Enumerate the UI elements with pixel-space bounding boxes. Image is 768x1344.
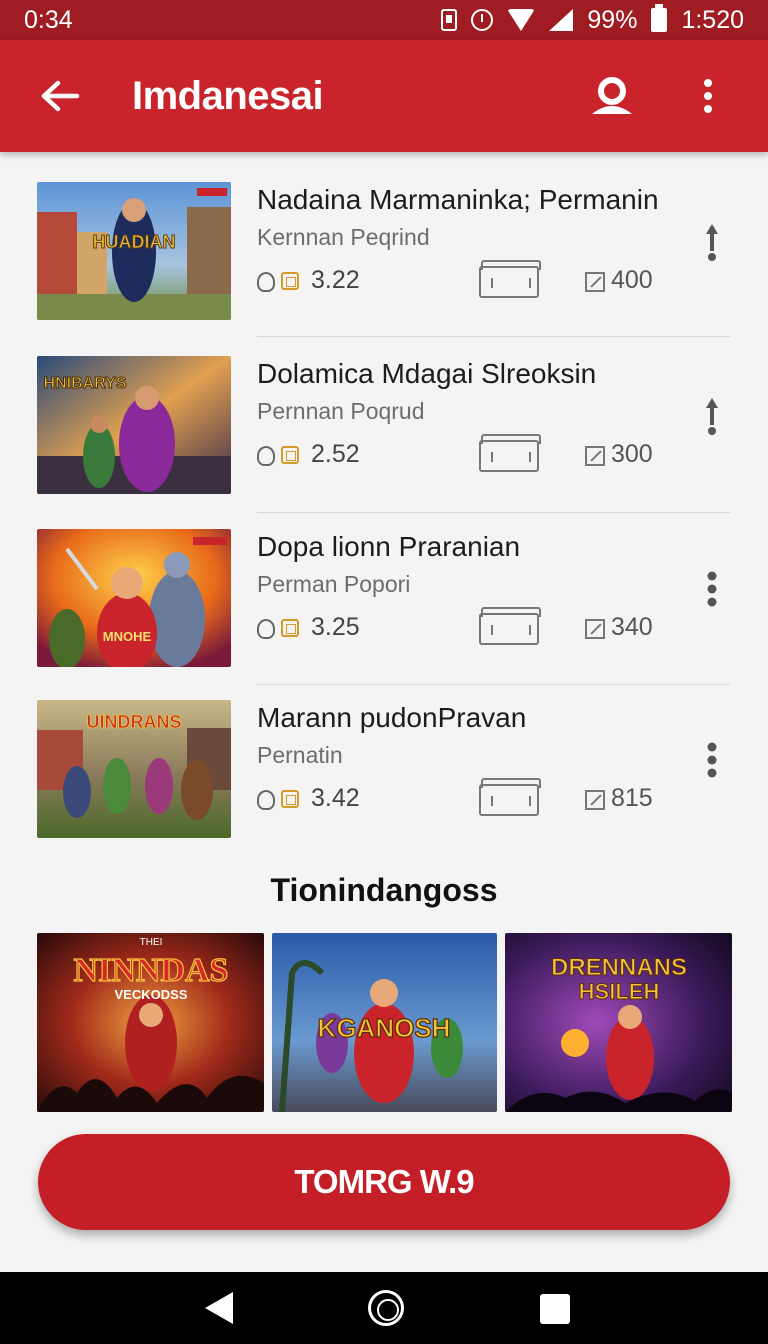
item-title: Marann pudonPravan	[257, 702, 527, 733]
item-subtitle: Kernnan Peqrind	[257, 224, 430, 250]
ticket-icon[interactable]	[479, 260, 541, 298]
edit-count-icon	[585, 272, 605, 292]
divider	[257, 512, 730, 513]
item-action-button[interactable]	[690, 730, 734, 790]
tile-top: THEI	[140, 937, 163, 948]
status-clock: 1:520	[681, 5, 744, 34]
wifi-icon	[507, 9, 536, 31]
battery-percent: 99%	[587, 5, 638, 34]
item-subtitle: Pernnan Poqrud	[257, 398, 425, 424]
thumb-caption: HUADIAN	[93, 232, 176, 252]
nav-back-icon[interactable]	[205, 1292, 233, 1324]
arrow-left-icon	[41, 80, 80, 112]
system-nav-bar	[0, 1272, 768, 1344]
item-title: Nadaina Marmaninka; Permanin	[257, 184, 659, 215]
coin-icon	[281, 790, 299, 808]
item-count: 400	[611, 266, 653, 294]
coin-icon	[281, 272, 299, 290]
item-action-button[interactable]	[690, 559, 734, 619]
arrow-up-icon	[706, 398, 718, 435]
edit-count-icon	[585, 446, 605, 466]
shield-icon	[257, 619, 275, 639]
tile-subcaption: VECKODSS	[115, 987, 188, 1002]
status-bar: 0:34 99% 1:520	[0, 0, 768, 40]
item-title: Dopa lionn Praranian	[257, 531, 521, 562]
divider	[257, 336, 730, 337]
item-rating: 2.52	[311, 440, 360, 468]
item-rating: 3.22	[311, 266, 360, 294]
account-icon	[592, 77, 632, 114]
edit-count-icon	[585, 619, 605, 639]
primary-action-button[interactable]: TOMRG W.9	[38, 1134, 730, 1230]
tile-caption: NINNDAS	[74, 952, 229, 989]
list-item[interactable]: HUADIAN Nadaina Marmaninka; Permanin Ker…	[0, 182, 768, 332]
nav-home-icon[interactable]	[368, 1290, 404, 1326]
back-button[interactable]	[24, 60, 96, 132]
trending-tile[interactable]: DRENNANS HSILEH	[505, 933, 732, 1112]
item-rating: 3.42	[311, 784, 360, 812]
more-vert-icon	[704, 79, 712, 113]
trending-tile[interactable]: KGANOSH	[272, 933, 497, 1112]
edit-count-icon	[585, 790, 605, 810]
coin-icon	[281, 446, 299, 464]
item-thumbnail: HUADIAN	[37, 182, 231, 320]
more-vert-icon	[707, 571, 717, 607]
item-rating: 3.25	[311, 613, 360, 641]
app-bar: Imdanesai	[0, 40, 768, 152]
status-time: 0:34	[24, 5, 73, 34]
signal-icon	[549, 9, 574, 31]
tile-caption: KGANOSH	[318, 1013, 451, 1043]
ticket-icon[interactable]	[479, 778, 541, 816]
status-icons: 99% 1:520	[441, 4, 744, 35]
more-vert-icon	[707, 742, 717, 778]
thumb-caption: HNIBARYS	[44, 375, 127, 392]
item-count: 340	[611, 613, 653, 641]
item-title: Dolamica Mdagai Slreoksin	[257, 358, 597, 389]
shield-icon	[257, 272, 275, 292]
sim-icon	[441, 9, 458, 31]
alarm-icon	[471, 9, 494, 31]
item-count: 300	[611, 440, 653, 468]
shield-icon	[257, 790, 275, 810]
item-action-button[interactable]	[690, 212, 734, 272]
item-subtitle: Pernatin	[257, 742, 343, 768]
tile-caption: DRENNANS	[551, 954, 687, 981]
list-item[interactable]: MNOHE Dopa lionn Praranian Perman Popori…	[0, 529, 768, 679]
item-meta: 2.52 300	[257, 434, 677, 474]
ticket-icon[interactable]	[479, 434, 541, 472]
thumb-caption: UINDRANS	[86, 712, 181, 732]
nav-recents-icon[interactable]	[540, 1294, 570, 1324]
item-meta: 3.42 815	[257, 778, 677, 818]
item-thumbnail: MNOHE	[37, 529, 231, 667]
item-action-button[interactable]	[690, 386, 734, 446]
shield-icon	[257, 446, 275, 466]
overflow-menu-button[interactable]	[672, 60, 744, 132]
arrow-up-icon	[706, 224, 718, 261]
coin-icon	[281, 619, 299, 637]
item-thumbnail: UINDRANS	[37, 700, 231, 838]
list-item[interactable]: HNIBARYS Dolamica Mdagai Slreoksin Pernn…	[0, 356, 768, 506]
account-button[interactable]	[576, 60, 648, 132]
trending-tile[interactable]: THEI NINNDAS VECKODSS	[37, 933, 264, 1112]
item-meta: 3.22 400	[257, 260, 677, 300]
page-title: Imdanesai	[132, 73, 324, 118]
list-item[interactable]: UINDRANS Marann pudonPravan Pernatin 3.4…	[0, 700, 768, 850]
item-meta: 3.25 340	[257, 607, 677, 647]
item-subtitle: Perman Popori	[257, 571, 411, 597]
section-title: Tionindangoss	[270, 872, 498, 908]
tile-subcaption: HSILEH	[579, 979, 660, 1004]
divider	[257, 684, 730, 685]
thumb-caption: MNOHE	[103, 629, 152, 644]
item-thumbnail: HNIBARYS	[37, 356, 231, 494]
item-count: 815	[611, 784, 653, 812]
ticket-icon[interactable]	[479, 607, 541, 645]
battery-icon	[651, 4, 668, 32]
